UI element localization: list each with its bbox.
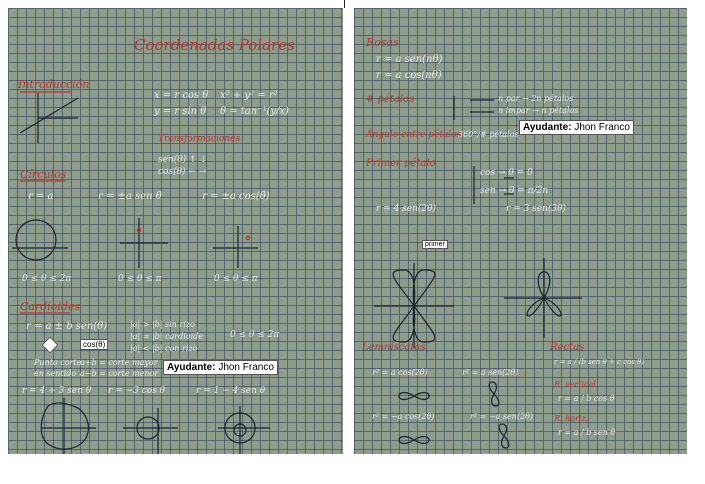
example-eq: r = 3 sen(3θ) xyxy=(506,204,567,214)
first-petal-rule: sen → θ = π/2n xyxy=(480,186,549,196)
first-petal-rule: cos → θ = 0 xyxy=(480,168,533,178)
page-title: Coordenadas Polares xyxy=(134,36,295,54)
intro-formula: y = r sin θ xyxy=(154,106,207,117)
lem-eq: r² = −a sen(2θ) xyxy=(470,412,533,421)
first-petal-label: Primer pétalo xyxy=(366,158,436,169)
circle-eq: r = ±a sen θ xyxy=(98,191,162,202)
petals-rule: n impar → n pétalos xyxy=(498,106,579,115)
transform-heading: Transformaciones xyxy=(158,134,241,144)
cardioid-formula: r = a ± b sen(θ) xyxy=(26,321,108,332)
horizontal-eq: r = a / b sen θ xyxy=(558,428,616,437)
angle-value: 360°/# pétalos xyxy=(458,130,519,139)
circle-domain: 0 ≤ θ ≤ π xyxy=(214,274,258,284)
cardioids-heading: Cardioides xyxy=(20,300,81,313)
circle-domain: 0 ≤ θ ≤ π xyxy=(118,274,162,284)
note: a−b = corte menor xyxy=(80,369,159,378)
left-notebook-page: Coordenadas Polares Introducción x = r c… xyxy=(8,8,343,454)
intro-formula: θ = tan⁻¹(y/x) xyxy=(220,106,289,117)
angle-label: Ángulo entre pétalos xyxy=(366,130,462,140)
circle-domain: 0 ≤ θ ≤ 2π xyxy=(22,274,72,284)
roses-heading: Rosas xyxy=(366,36,399,49)
intro-heading: Introducción xyxy=(18,78,90,91)
cardioid-domain: 0 ≤ θ ≤ 2π xyxy=(230,330,280,340)
lem-eq: r² = −a cos(2θ) xyxy=(372,412,435,421)
ayudante-name: Jhon Franco xyxy=(574,122,630,133)
note: en sentido xyxy=(34,369,77,378)
horizontal-label: R. horiz. xyxy=(554,414,589,423)
bottom-eq: r = 4 + 3 sen θ xyxy=(22,386,92,396)
rose-eq: r = a cos(nθ) xyxy=(376,70,442,81)
cos-theta-label: cos(θ) xyxy=(80,339,109,350)
bottom-eq: r = −3 cos θ xyxy=(108,386,166,396)
cardioid-condition: |a| > |b| sin rizo xyxy=(130,320,195,329)
vertical-label: R. vertical xyxy=(554,380,596,389)
ayudante-title: Ayudante: xyxy=(167,362,216,373)
vertical-eq: r = a / b cos θ xyxy=(558,394,615,403)
intro-formula: x² + y² = r² xyxy=(220,90,278,101)
page-divider-tick xyxy=(344,0,345,8)
circle-eq: r = a xyxy=(28,191,54,202)
recta-eq: r = a / (b sen θ + c cos θ) xyxy=(554,358,645,366)
note: a+b = corte mayor xyxy=(80,358,158,367)
ayudante-label: Ayudante: Jhon Franco xyxy=(163,360,278,375)
primer-label: primer xyxy=(422,240,448,249)
petals-rule: n par → 2n pétalos xyxy=(498,94,574,103)
lemniscates-heading: Lemniscatas xyxy=(362,342,426,353)
trig-item: sen(θ) ↑ ↓ xyxy=(158,155,207,165)
intro-formula: x = r cos θ xyxy=(154,90,209,101)
rectas-heading: Rectas xyxy=(550,342,585,353)
right-notebook-page: Rosas r = a sen(nθ) r = a cos(nθ) # péta… xyxy=(354,8,687,454)
ayudante-label: Ayudante: Jhon Franco xyxy=(519,120,634,135)
petals-label: # pétalos xyxy=(366,94,415,105)
note: Punto corte xyxy=(34,358,82,367)
cardioid-condition: |a| = |b| cardioide xyxy=(130,332,203,341)
cardioid-condition: |a| < |b| con rizo xyxy=(130,344,198,353)
circle-eq: r = ±a cos(θ) xyxy=(202,191,270,202)
lem-eq: r² = a cos(2θ) xyxy=(372,368,428,377)
ayudante-name: Jhon Franco xyxy=(218,362,274,373)
example-eq: r = 4 sen(2θ) xyxy=(376,204,437,214)
ayudante-title: Ayudante: xyxy=(523,122,572,133)
lem-eq: r² = a sen(2θ) xyxy=(462,368,519,377)
bottom-eq: r = 1 − 4 sen θ xyxy=(196,386,266,396)
trig-item: cos(θ) ← → xyxy=(158,167,207,177)
rose-eq: r = a sen(nθ) xyxy=(376,54,443,65)
circles-heading: Círculos xyxy=(20,168,67,181)
